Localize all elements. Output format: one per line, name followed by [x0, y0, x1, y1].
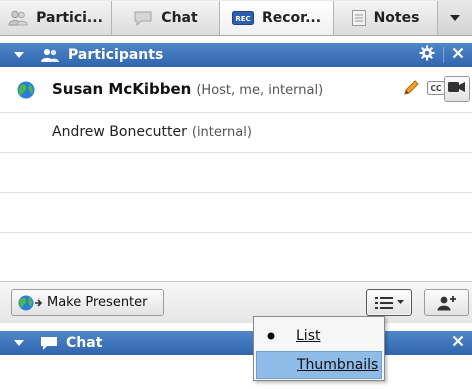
presenter-globe-icon: [18, 295, 44, 311]
close-icon[interactable]: [452, 335, 464, 351]
panel-tab-bar: Partici... Chat REC Recor... Notes: [0, 0, 472, 36]
video-camera-icon: [448, 81, 466, 97]
tab-recorder[interactable]: REC Recor...: [220, 1, 334, 35]
tab-notes[interactable]: Notes: [334, 1, 438, 35]
panel-header-actions: [452, 331, 464, 355]
chat-panel-body: [0, 355, 472, 389]
add-user-icon: [437, 295, 457, 311]
tab-label: Notes: [373, 10, 420, 26]
video-camera-button[interactable]: [444, 76, 470, 102]
view-options-button[interactable]: [366, 289, 412, 316]
tab-label: Chat: [161, 10, 198, 26]
participants-panel-header[interactable]: Participants: [0, 43, 472, 67]
panel-title: Chat: [66, 335, 103, 351]
empty-row: [0, 193, 472, 233]
pencil-icon[interactable]: [403, 80, 419, 100]
header-divider: [443, 47, 444, 63]
close-icon[interactable]: [452, 47, 464, 63]
menu-item-list[interactable]: List: [256, 322, 382, 350]
notes-icon: [351, 10, 366, 26]
presenter-globe-icon: [17, 81, 35, 103]
participants-toolbar: Make Presenter: [0, 281, 472, 323]
chat-icon: [40, 336, 58, 351]
participant-role: (internal): [191, 125, 252, 140]
panel-header-actions: [419, 43, 464, 67]
add-participant-button[interactable]: [424, 289, 469, 316]
tab-label: Partici...: [36, 10, 103, 26]
menu-item-label: List: [296, 328, 321, 344]
participant-name: Andrew Bonecutter: [52, 124, 187, 140]
participant-text: Andrew Bonecutter (internal): [52, 124, 252, 140]
menu-item-label: Thumbnails: [297, 357, 379, 373]
participant-name: Susan McKibben: [52, 80, 192, 98]
empty-row: [0, 153, 472, 193]
view-options-menu: List Thumbnails: [253, 316, 385, 381]
participant-row[interactable]: Susan McKibben (Host, me, internal) CC: [0, 67, 472, 113]
participants-icon: [40, 48, 60, 63]
make-presenter-label: Make Presenter: [47, 295, 148, 310]
list-view-icon: [374, 296, 393, 310]
svg-text:CC: CC: [430, 84, 442, 93]
selected-bullet-icon: [256, 332, 286, 340]
closed-caption-icon[interactable]: CC: [427, 81, 445, 99]
record-icon: REC: [231, 11, 254, 25]
menu-item-thumbnails[interactable]: Thumbnails: [256, 351, 382, 379]
panel-title: Participants: [68, 47, 164, 63]
participant-role: (Host, me, internal): [196, 83, 324, 98]
chat-panel-header[interactable]: Chat: [0, 331, 472, 355]
participant-row[interactable]: Andrew Bonecutter (internal): [0, 113, 472, 153]
empty-row: [0, 233, 472, 273]
collapse-triangle-icon[interactable]: [14, 51, 24, 59]
svg-text:REC: REC: [235, 15, 250, 23]
tab-label: Recor...: [261, 10, 322, 26]
gear-icon[interactable]: [419, 45, 435, 65]
participant-list: Susan McKibben (Host, me, internal) CC A…: [0, 67, 472, 281]
tab-overflow-menu-button[interactable]: [438, 1, 472, 35]
participants-icon: [8, 10, 28, 26]
chevron-down-icon: [450, 11, 460, 26]
tab-participants[interactable]: Partici...: [0, 1, 112, 35]
collapse-triangle-icon[interactable]: [14, 339, 24, 347]
participant-text: Susan McKibben (Host, me, internal): [52, 80, 323, 98]
tab-chat[interactable]: Chat: [112, 1, 220, 35]
chevron-down-icon: [396, 300, 404, 305]
chat-icon: [133, 10, 153, 26]
make-presenter-button[interactable]: Make Presenter: [11, 289, 164, 316]
